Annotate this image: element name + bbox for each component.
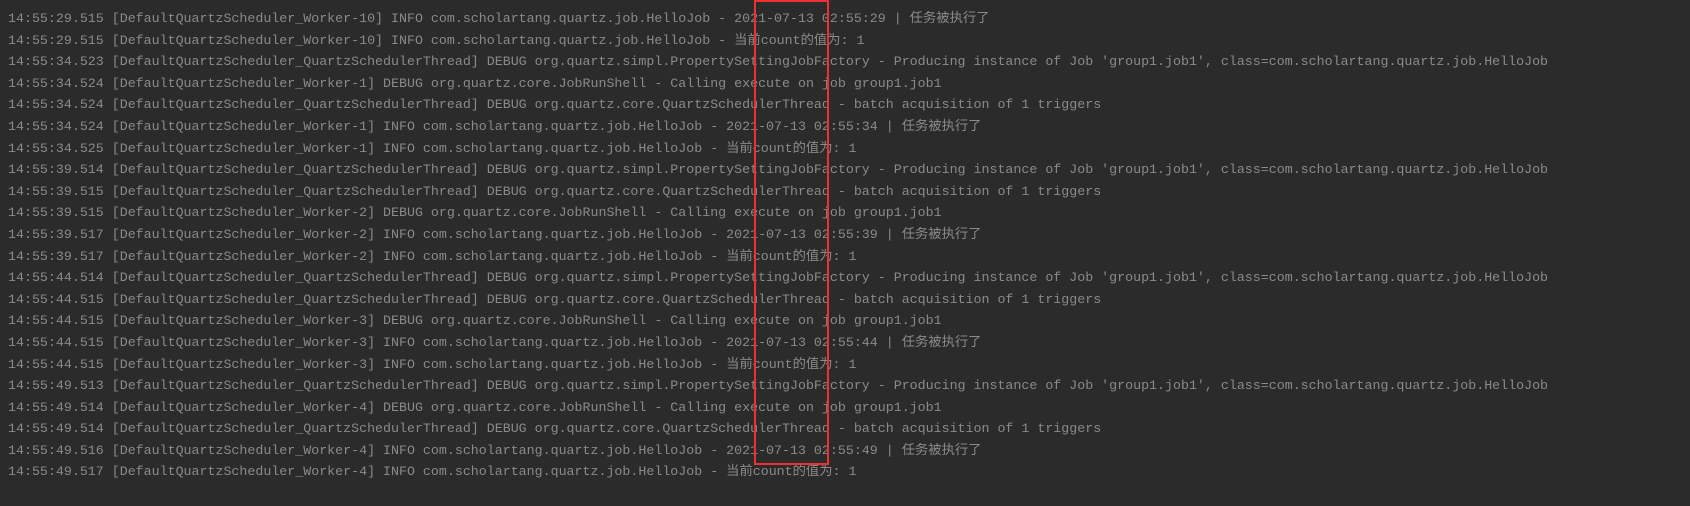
log-line: 14:55:49.514 [DefaultQuartzScheduler_Wor…	[8, 397, 1690, 419]
log-line: 14:55:39.515 [DefaultQuartzScheduler_Qua…	[8, 181, 1690, 203]
log-line: 14:55:34.524 [DefaultQuartzScheduler_Wor…	[8, 116, 1690, 138]
log-line: 14:55:39.515 [DefaultQuartzScheduler_Wor…	[8, 202, 1690, 224]
log-line: 14:55:39.514 [DefaultQuartzScheduler_Qua…	[8, 159, 1690, 181]
log-line: 14:55:49.514 [DefaultQuartzScheduler_Qua…	[8, 418, 1690, 440]
log-line: 14:55:44.515 [DefaultQuartzScheduler_Wor…	[8, 310, 1690, 332]
log-line: 14:55:49.513 [DefaultQuartzScheduler_Qua…	[8, 375, 1690, 397]
log-line: 14:55:44.515 [DefaultQuartzScheduler_Wor…	[8, 354, 1690, 376]
log-line: 14:55:34.524 [DefaultQuartzScheduler_Qua…	[8, 94, 1690, 116]
log-output: 14:55:29.515 [DefaultQuartzScheduler_Wor…	[8, 8, 1690, 483]
log-line: 14:55:44.515 [DefaultQuartzScheduler_Wor…	[8, 332, 1690, 354]
log-line: 14:55:39.517 [DefaultQuartzScheduler_Wor…	[8, 246, 1690, 268]
log-line: 14:55:49.517 [DefaultQuartzScheduler_Wor…	[8, 461, 1690, 483]
log-line: 14:55:39.517 [DefaultQuartzScheduler_Wor…	[8, 224, 1690, 246]
log-line: 14:55:44.515 [DefaultQuartzScheduler_Qua…	[8, 289, 1690, 311]
log-line: 14:55:34.523 [DefaultQuartzScheduler_Qua…	[8, 51, 1690, 73]
log-line: 14:55:34.524 [DefaultQuartzScheduler_Wor…	[8, 73, 1690, 95]
log-line: 14:55:34.525 [DefaultQuartzScheduler_Wor…	[8, 138, 1690, 160]
log-line: 14:55:44.514 [DefaultQuartzScheduler_Qua…	[8, 267, 1690, 289]
log-line: 14:55:29.515 [DefaultQuartzScheduler_Wor…	[8, 30, 1690, 52]
log-line: 14:55:49.516 [DefaultQuartzScheduler_Wor…	[8, 440, 1690, 462]
log-line: 14:55:29.515 [DefaultQuartzScheduler_Wor…	[8, 8, 1690, 30]
